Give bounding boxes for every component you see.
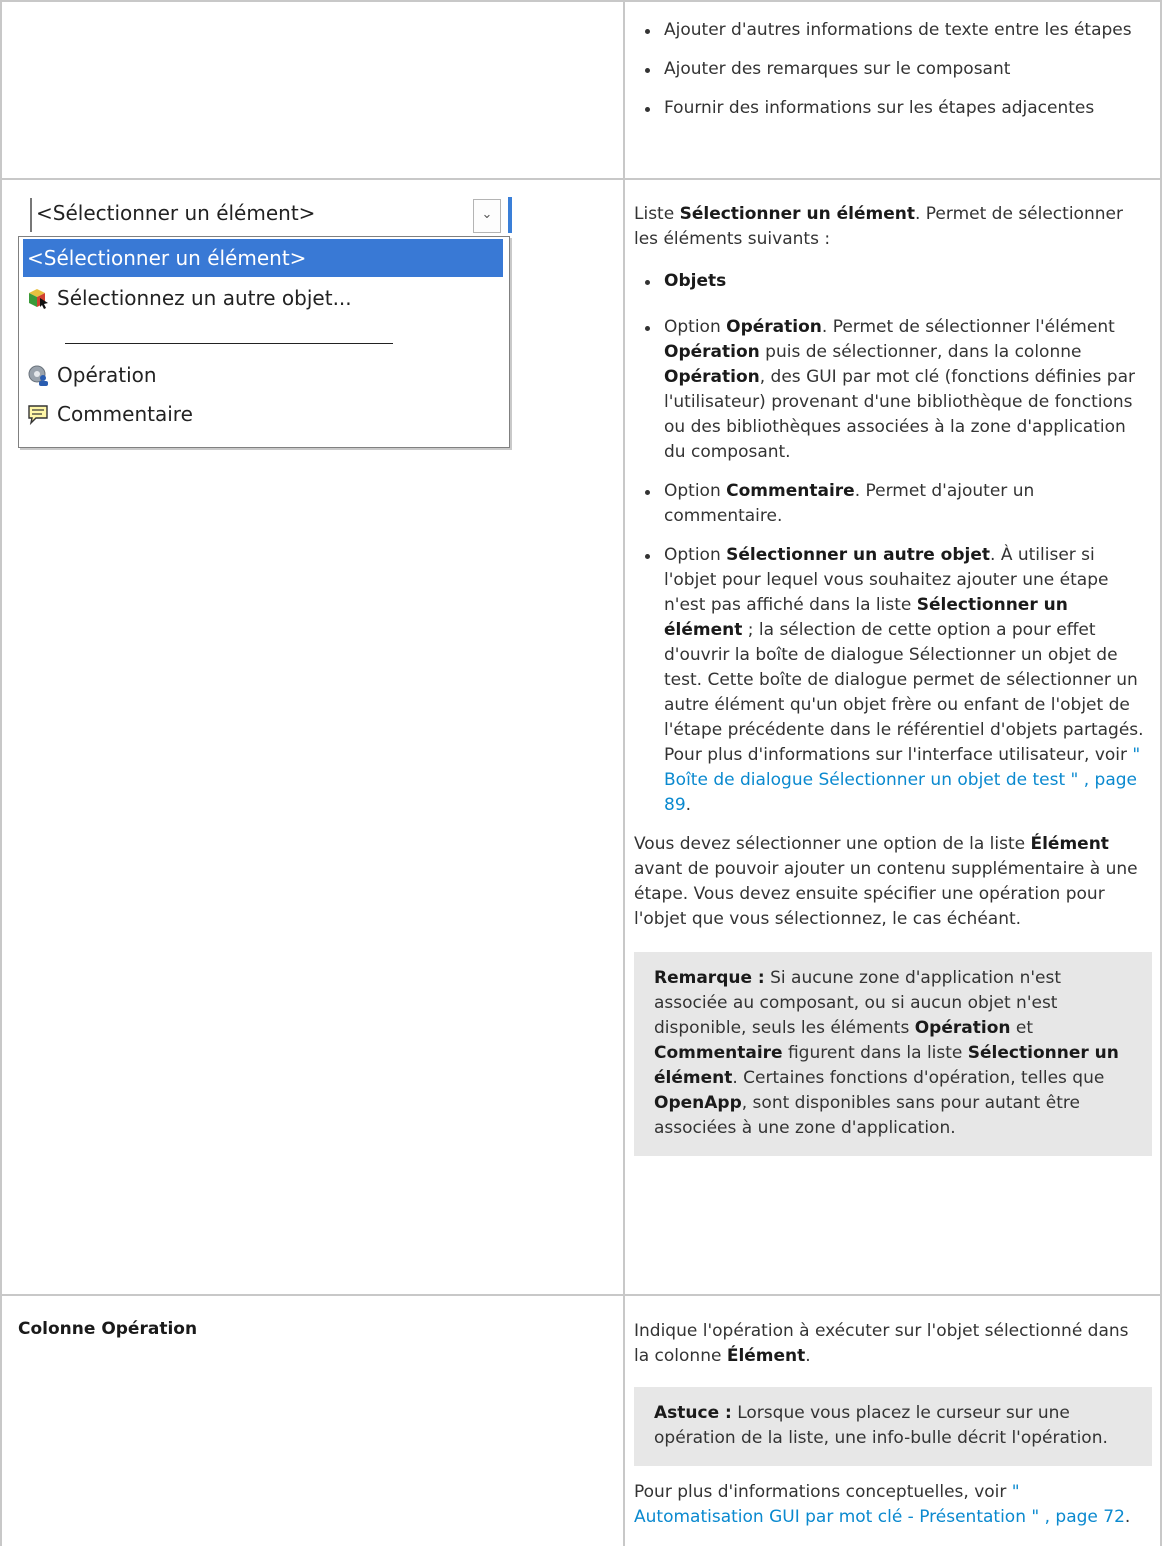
dropdown-option-comment[interactable]: Commentaire xyxy=(23,395,503,433)
list-item: Objets xyxy=(634,269,1152,294)
conceptual-paragraph: Pour plus d'informations conceptuelles, … xyxy=(634,1482,1131,1527)
focus-accent xyxy=(508,197,512,233)
dropdown-combo[interactable]: <Sélectionner un élément> ⌄ xyxy=(18,192,512,236)
operation-paragraph: Indique l'opération à exécuter sur l'obj… xyxy=(634,1321,1129,1366)
chevron-down-icon[interactable]: ⌄ xyxy=(473,199,501,233)
intro-paragraph: Liste Sélectionner un élément. Permet de… xyxy=(634,204,1123,249)
list-item: Fournir des informations sur les étapes … xyxy=(634,96,1142,121)
operation-column-label: Colonne Opération xyxy=(18,1319,198,1339)
list-item: Option Sélectionner un autre objet. À ut… xyxy=(634,543,1152,818)
dropdown-selected-value: <Sélectionner un élément> xyxy=(36,201,316,225)
element-paragraph: Vous devez sélectionner une option de la… xyxy=(634,834,1138,929)
select-object-icon xyxy=(29,289,48,309)
comment-icon xyxy=(28,405,48,425)
combo-edge xyxy=(30,198,32,232)
options-list: Objets Option Opération. Permet de sélec… xyxy=(634,269,1152,818)
operation-column-description: Indique l'opération à exécuter sur l'obj… xyxy=(634,1319,1152,1530)
row-divider xyxy=(0,178,1162,180)
note-box: Remarque : Si aucune zone d'application … xyxy=(634,952,1152,1156)
note-label: Remarque : xyxy=(654,968,765,988)
top-row-description: Ajouter d'autres informations de texte e… xyxy=(634,18,1142,135)
bullet-list: Ajouter d'autres informations de texte e… xyxy=(634,18,1142,121)
list-item: Option Opération. Permet de sélectionner… xyxy=(634,315,1152,465)
list-item: Option Commentaire. Permet d'ajouter un … xyxy=(634,479,1152,529)
list-item: Ajouter des remarques sur le composant xyxy=(634,57,1142,82)
row-divider xyxy=(0,0,1162,2)
list-item: Ajouter d'autres informations de texte e… xyxy=(634,18,1142,43)
operation-icon xyxy=(28,365,48,386)
row-divider xyxy=(0,1294,1162,1296)
table-left-border xyxy=(0,0,2,1546)
dropdown-option-operation[interactable]: Opération xyxy=(23,356,503,394)
element-list-description: Liste Sélectionner un élément. Permet de… xyxy=(634,202,1152,1156)
tip-box: Astuce : Lorsque vous placez le curseur … xyxy=(634,1387,1152,1466)
dropdown-option-select-other-object[interactable]: Sélectionnez un autre objet... xyxy=(23,279,503,317)
tip-label: Astuce : xyxy=(654,1403,732,1423)
dropdown-separator xyxy=(65,343,393,344)
element-dropdown[interactable]: <Sélectionner un élément> ⌄ <Sélectionne… xyxy=(18,192,513,454)
dropdown-option-select-element[interactable]: <Sélectionner un élément> xyxy=(23,239,503,277)
dropdown-list: <Sélectionner un élément> Sélectionnez u… xyxy=(18,236,510,448)
table-column-divider xyxy=(623,0,625,1546)
